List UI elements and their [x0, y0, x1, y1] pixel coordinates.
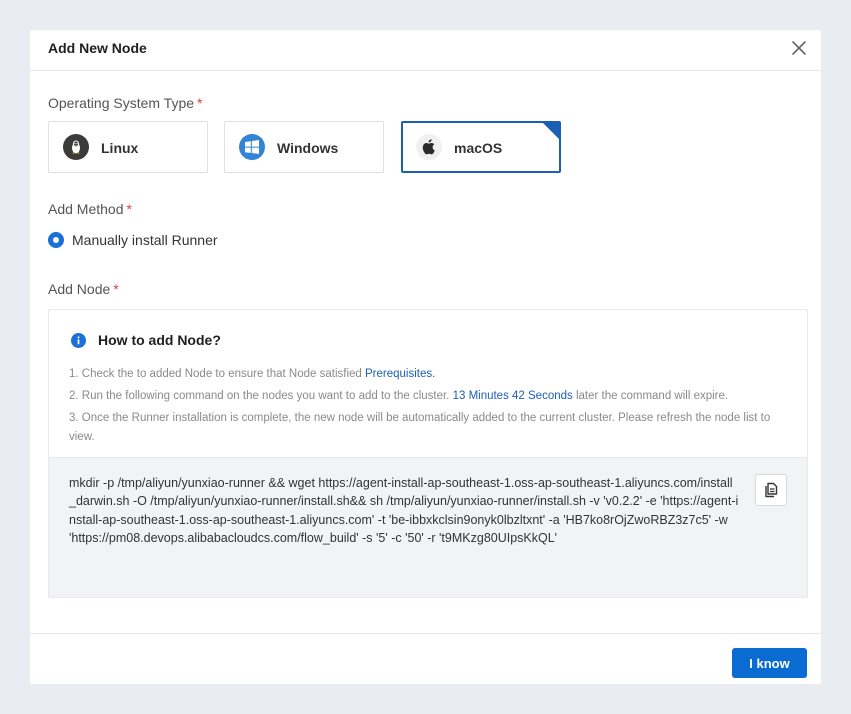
- apple-icon: [416, 134, 442, 160]
- dialog-footer: I know: [30, 633, 821, 684]
- info-title: How to add Node?: [98, 332, 221, 348]
- linux-icon: [63, 134, 89, 160]
- add-method-label-text: Add Method: [48, 201, 124, 217]
- required-mark: *: [126, 201, 132, 217]
- os-option-linux[interactable]: Linux: [48, 121, 208, 173]
- radio-label: Manually install Runner: [72, 232, 218, 248]
- add-node-label: Add Node *: [48, 281, 119, 297]
- prerequisites-link[interactable]: Prerequisites.: [365, 368, 435, 380]
- add-node-label-text: Add Node: [48, 281, 111, 297]
- required-mark: *: [113, 281, 119, 297]
- os-type-label-text: Operating System Type: [48, 95, 195, 111]
- os-option-macos[interactable]: macOS: [401, 121, 561, 173]
- close-button[interactable]: [789, 38, 809, 58]
- dialog-title: Add New Node: [48, 40, 147, 56]
- os-option-label: macOS: [454, 140, 503, 156]
- i-know-button[interactable]: I know: [732, 648, 807, 678]
- windows-icon: [239, 134, 265, 160]
- step-3: 3. Once the Runner installation is compl…: [69, 412, 771, 443]
- required-mark: *: [197, 95, 203, 111]
- step-2-text: 2. Run the following command on the node…: [69, 390, 453, 402]
- radio-button-selected[interactable]: [48, 232, 64, 248]
- os-option-windows[interactable]: Windows: [224, 121, 384, 173]
- close-icon: [792, 41, 806, 55]
- dialog-header: Add New Node: [30, 30, 821, 71]
- add-node-dialog: Add New Node Operating System Type * Linu…: [30, 30, 821, 684]
- os-type-label: Operating System Type *: [48, 95, 203, 111]
- os-option-label: Linux: [101, 140, 139, 156]
- os-option-label: Windows: [277, 140, 339, 156]
- step-1-text: 1. Check the to added Node to ensure tha…: [69, 368, 365, 380]
- step-2-text-end: later the command will expire.: [572, 390, 729, 402]
- radio-manual-install[interactable]: Manually install Runner: [48, 232, 218, 248]
- copy-icon: [765, 482, 778, 498]
- copy-button[interactable]: [755, 474, 787, 506]
- step-2: 2. Run the following command on the node…: [69, 387, 787, 406]
- command-block: mkdir -p /tmp/aliyun/yunxiao-runner && w…: [49, 457, 807, 597]
- add-method-label: Add Method *: [48, 201, 132, 217]
- selected-corner-check: [542, 122, 560, 140]
- info-icon: [71, 332, 86, 348]
- install-command[interactable]: mkdir -p /tmp/aliyun/yunxiao-runner && w…: [69, 474, 739, 548]
- add-node-instructions: How to add Node? 1. Check the to added N…: [48, 309, 808, 598]
- info-title-row: How to add Node?: [71, 332, 221, 348]
- step-1: 1. Check the to added Node to ensure tha…: [69, 365, 787, 384]
- expiry-timer: 13 Minutes 42 Seconds: [452, 390, 573, 402]
